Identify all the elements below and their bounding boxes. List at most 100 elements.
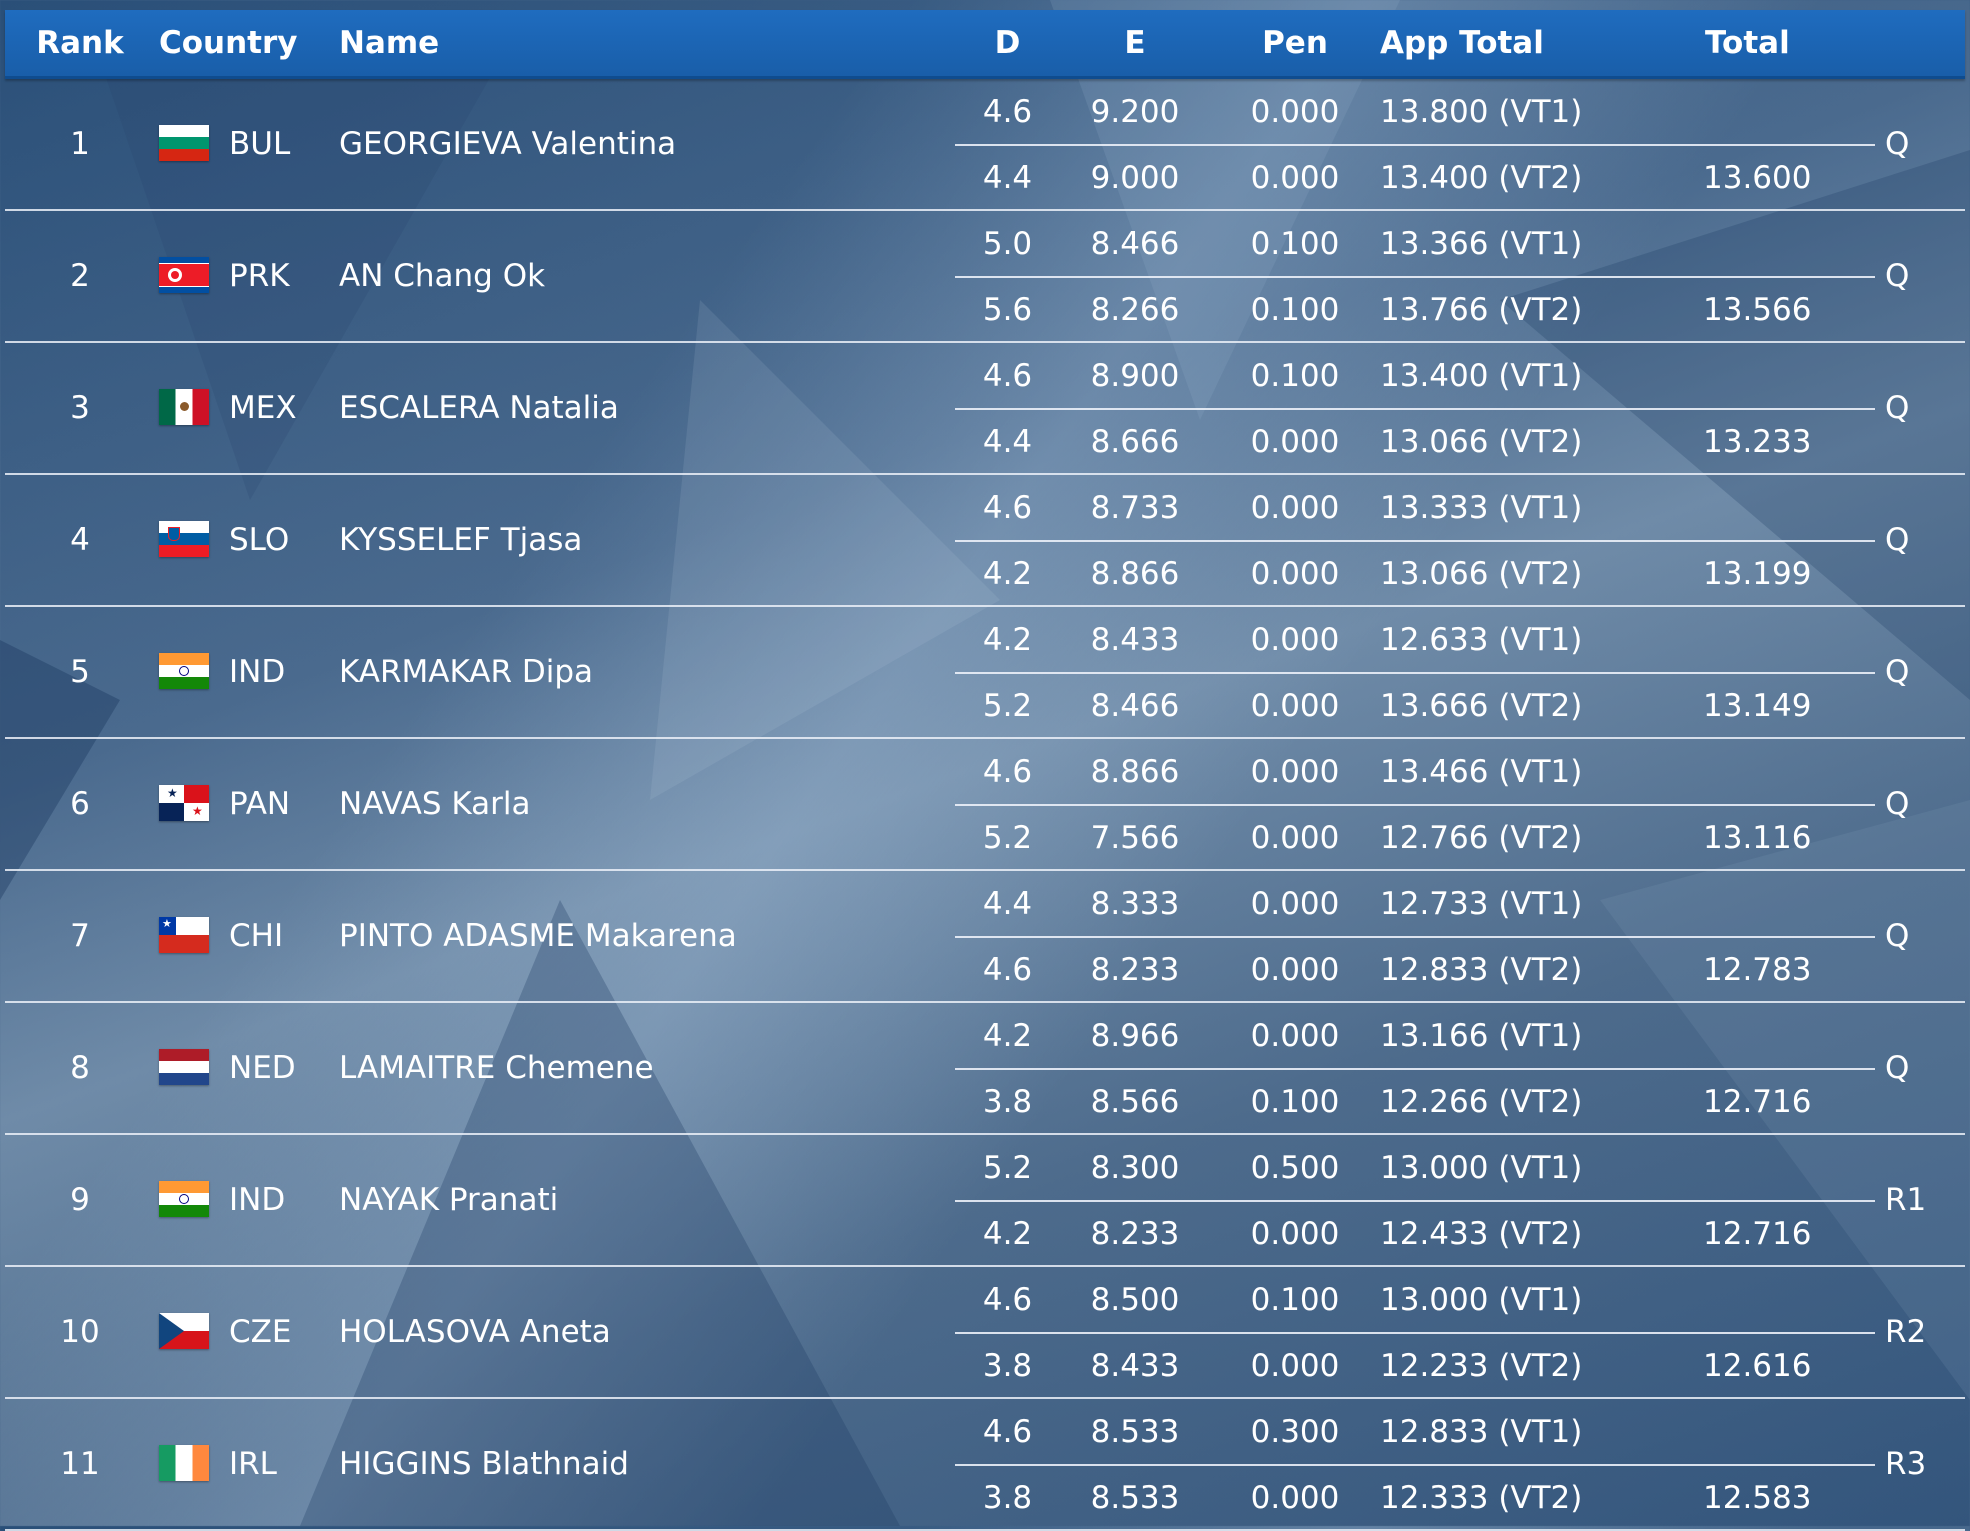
vault2-d: 5.2 (982, 688, 1033, 724)
vault1-pen: 0.000 (1250, 886, 1340, 922)
vault2-d: 4.6 (982, 952, 1033, 988)
flag-ned-icon (159, 1049, 209, 1085)
table-row: 9 IND NAYAK Pranati 5.2 8.300 0.500 13.0… (5, 1135, 1965, 1267)
rank-cell: 2 (70, 258, 90, 294)
vault1-d: 4.6 (982, 1414, 1033, 1450)
qualification-status: R2 (1885, 1314, 1927, 1350)
country-cell: CZE (229, 1314, 292, 1350)
vault1-pen: 0.000 (1250, 622, 1340, 658)
flag-chi-icon: ★ (159, 917, 209, 953)
vault1-e: 8.500 (1090, 1282, 1180, 1318)
vault2-app-total: 13.666 (VT2) (1380, 688, 1583, 724)
vault1-app-total: 13.400 (VT1) (1380, 358, 1583, 394)
total-score: 12.716 (1703, 1084, 1812, 1120)
vault2-app-total: 12.266 (VT2) (1380, 1084, 1583, 1120)
header-d[interactable]: D (935, 10, 1080, 76)
vault2-d: 4.4 (982, 424, 1033, 460)
athlete-name[interactable]: GEORGIEVA Valentina (339, 79, 676, 209)
vault2-pen: 0.000 (1250, 424, 1340, 460)
vault1-pen: 0.300 (1250, 1414, 1340, 1450)
athlete-name[interactable]: HOLASOVA Aneta (339, 1267, 611, 1397)
qualification-status: Q (1885, 654, 1910, 690)
header-country[interactable]: Country (159, 10, 298, 76)
total-score: 12.783 (1703, 952, 1812, 988)
rank-cell: 6 (70, 786, 90, 822)
athlete-name[interactable]: NAYAK Pranati (339, 1135, 558, 1265)
rank-cell: 4 (70, 522, 90, 558)
vault1-pen: 0.100 (1250, 226, 1340, 262)
header-app-total[interactable]: App Total (1380, 10, 1544, 76)
vault2-pen: 0.000 (1250, 1480, 1340, 1516)
vault1-e: 8.900 (1090, 358, 1180, 394)
athlete-name[interactable]: ESCALERA Natalia (339, 343, 619, 473)
header-pen[interactable]: Pen (1220, 10, 1370, 76)
vault2-app-total: 13.400 (VT2) (1380, 160, 1583, 196)
vault2-e: 7.566 (1090, 820, 1180, 856)
athlete-name[interactable]: HIGGINS Blathnaid (339, 1399, 629, 1529)
athlete-name[interactable]: KARMAKAR Dipa (339, 607, 593, 737)
country-cell: PRK (229, 258, 290, 294)
athlete-name[interactable]: LAMAITRE Chemene (339, 1003, 654, 1133)
athlete-name[interactable]: PINTO ADASME Makarena (339, 871, 737, 1001)
vault1-e: 8.533 (1090, 1414, 1180, 1450)
vault2-e: 8.266 (1090, 292, 1180, 328)
vault1-app-total: 13.166 (VT1) (1380, 1018, 1583, 1054)
header-name[interactable]: Name (339, 10, 439, 76)
vault2-app-total: 13.066 (VT2) (1380, 424, 1583, 460)
vault2-e: 8.666 (1090, 424, 1180, 460)
header-e[interactable]: E (1060, 10, 1210, 76)
table-row: 3 MEX ESCALERA Natalia 4.6 8.900 0.100 1… (5, 343, 1965, 475)
total-score: 13.566 (1703, 292, 1812, 328)
vault2-e: 8.433 (1090, 1348, 1180, 1384)
vault2-app-total: 13.766 (VT2) (1380, 292, 1583, 328)
country-cell: IND (229, 1182, 286, 1218)
vault2-pen: 0.000 (1250, 688, 1340, 724)
vault1-e: 8.733 (1090, 490, 1180, 526)
vault2-d: 3.8 (982, 1480, 1033, 1516)
vault1-d: 4.6 (982, 1282, 1033, 1318)
vault2-app-total: 12.833 (VT2) (1380, 952, 1583, 988)
total-score: 12.716 (1703, 1216, 1812, 1252)
vault1-d: 5.2 (982, 1150, 1033, 1186)
country-cell: BUL (229, 126, 291, 162)
vault2-pen: 0.000 (1250, 1216, 1340, 1252)
vault2-e: 8.233 (1090, 952, 1180, 988)
header-total[interactable]: Total (1705, 10, 1790, 76)
vault2-pen: 0.000 (1250, 952, 1340, 988)
flag-ind-icon (159, 653, 209, 689)
qualification-status: R1 (1885, 1182, 1927, 1218)
rank-cell: 11 (60, 1446, 100, 1482)
rank-cell: 1 (70, 126, 90, 162)
rank-cell: 10 (60, 1314, 100, 1350)
flag-irl-icon (159, 1445, 209, 1481)
qualification-status: Q (1885, 126, 1910, 162)
athlete-name[interactable]: AN Chang Ok (339, 211, 545, 341)
qualification-status: R3 (1885, 1446, 1927, 1482)
total-score: 12.616 (1703, 1348, 1812, 1384)
rank-cell: 3 (70, 390, 90, 426)
vault1-e: 8.333 (1090, 886, 1180, 922)
flag-pan-icon: ★ ★ (159, 785, 209, 821)
qualification-status: Q (1885, 786, 1910, 822)
vault2-pen: 0.000 (1250, 820, 1340, 856)
athlete-name[interactable]: KYSSELEF Tjasa (339, 475, 582, 605)
flag-slo-icon (159, 521, 209, 557)
results-table: Rank Country Name D E Pen App Total Tota… (0, 0, 1970, 1531)
qualification-status: Q (1885, 1050, 1910, 1086)
vault2-e: 8.866 (1090, 556, 1180, 592)
qualification-status: Q (1885, 258, 1910, 294)
vault1-pen: 0.000 (1250, 94, 1340, 130)
vault1-d: 4.6 (982, 94, 1033, 130)
vault1-d: 4.6 (982, 490, 1033, 526)
vault1-app-total: 12.733 (VT1) (1380, 886, 1583, 922)
table-row: 2 PRK AN Chang Ok 5.0 8.466 0.100 13.366… (5, 211, 1965, 343)
vault1-pen: 0.100 (1250, 358, 1340, 394)
vault1-e: 8.466 (1090, 226, 1180, 262)
vault2-e: 9.000 (1090, 160, 1180, 196)
vault1-app-total: 12.833 (VT1) (1380, 1414, 1583, 1450)
athlete-name[interactable]: NAVAS Karla (339, 739, 531, 869)
vault2-e: 8.466 (1090, 688, 1180, 724)
vault2-pen: 0.100 (1250, 1084, 1340, 1120)
vault1-app-total: 13.000 (VT1) (1380, 1282, 1583, 1318)
header-rank[interactable]: Rank (5, 10, 155, 76)
